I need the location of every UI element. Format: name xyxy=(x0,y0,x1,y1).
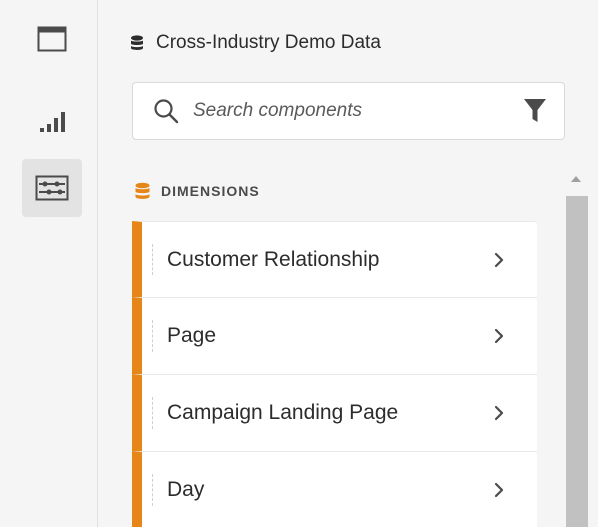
search-input[interactable] xyxy=(193,100,524,122)
dimension-label: Campaign Landing Page xyxy=(167,401,399,424)
dimension-label: Day xyxy=(167,478,205,501)
panel-icon xyxy=(37,26,67,52)
chevron-right-icon[interactable] xyxy=(483,482,515,498)
dimensions-label: DIMENSIONS xyxy=(161,183,260,199)
dimension-item[interactable]: Campaign Landing Page xyxy=(132,375,537,452)
dimension-item[interactable]: Day xyxy=(132,452,537,527)
dimensions-icon xyxy=(135,182,150,199)
scroll-up-icon[interactable] xyxy=(571,176,581,182)
visualizations-rail-button[interactable] xyxy=(22,92,82,150)
drag-handle[interactable] xyxy=(152,320,153,352)
scrollbar-thumb[interactable] xyxy=(566,196,588,527)
chevron-right-icon[interactable] xyxy=(483,405,515,421)
left-rail xyxy=(0,0,98,527)
chevron-right-icon[interactable] xyxy=(483,252,515,268)
database-icon xyxy=(131,35,143,50)
component-list: DIMENSIONS Customer Relationship Page Ca… xyxy=(99,150,598,527)
components-rail-button[interactable] xyxy=(22,159,82,217)
scrollbar[interactable] xyxy=(564,170,590,527)
drag-handle[interactable] xyxy=(152,397,153,429)
search-box xyxy=(132,82,565,140)
data-source-label: Cross-Industry Demo Data xyxy=(156,32,381,53)
chevron-right-icon[interactable] xyxy=(483,328,515,344)
drag-handle[interactable] xyxy=(152,474,153,506)
dimension-list: Customer Relationship Page Campaign Land… xyxy=(132,221,537,527)
components-icon xyxy=(35,175,69,201)
dimension-label: Page xyxy=(167,324,217,347)
panels-rail-button[interactable] xyxy=(22,10,82,68)
dimension-item[interactable]: Page xyxy=(132,298,537,375)
drag-handle[interactable] xyxy=(152,244,153,275)
components-panel: Cross-Industry Demo Data DIMENSIONS Cust… xyxy=(99,0,598,527)
dimensions-header[interactable]: DIMENSIONS xyxy=(134,182,260,200)
bar-chart-icon xyxy=(40,112,65,132)
data-source[interactable]: Cross-Industry Demo Data xyxy=(130,32,381,54)
filter-icon[interactable] xyxy=(524,99,546,123)
dimension-item[interactable]: Customer Relationship xyxy=(132,221,537,298)
dimension-label: Customer Relationship xyxy=(167,247,380,271)
search-icon xyxy=(154,99,179,124)
